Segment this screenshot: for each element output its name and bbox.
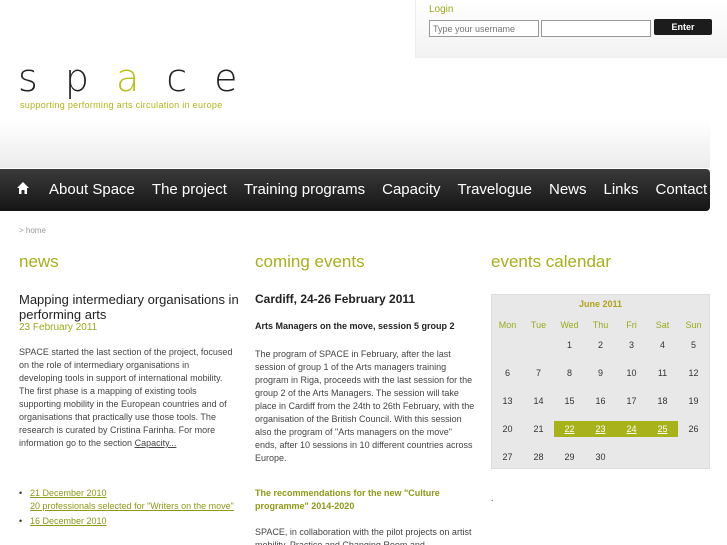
- nav-item-training-programs[interactable]: Training programs: [244, 181, 365, 198]
- nav-item-links[interactable]: Links: [604, 181, 639, 198]
- calendar-day: 12: [688, 368, 699, 378]
- username-input[interactable]: [429, 20, 539, 37]
- news-article-date: 23 February 2011: [19, 322, 98, 333]
- calendar-week-row: 6 7 8 9 10 11 12: [492, 359, 710, 387]
- calendar-day: 15: [564, 396, 575, 406]
- events-calendar: June 2011 Mon Tue Wed Thu Fri Sat Sun 1 2 3 4 5 6 7 8 9…: [491, 294, 710, 469]
- enter-button[interactable]: Enter: [654, 19, 712, 35]
- calendar-grid: Mon Tue Wed Thu Fri Sat Sun 1 2 3 4 5 6 7 8 9 10 11 12 13 14…: [492, 319, 710, 471]
- nav-item-news[interactable]: News: [549, 181, 587, 198]
- event-subtitle: Arts Managers on the move, session 5 gro…: [255, 321, 455, 331]
- calendar-weekday: Wed: [560, 320, 579, 330]
- calendar-day: 9: [597, 368, 603, 378]
- calendar-footer: .: [491, 493, 494, 503]
- calendar-weekday: Thu: [592, 320, 609, 330]
- capacity-link[interactable]: Capacity...: [135, 438, 177, 448]
- calendar-day: 17: [626, 396, 637, 406]
- calendar-day: 11: [657, 368, 668, 378]
- calendar-event-day[interactable]: 23: [585, 421, 616, 437]
- nav-item-the-project[interactable]: The project: [152, 181, 227, 198]
- header-band: [0, 120, 710, 168]
- home-icon[interactable]: [17, 182, 29, 194]
- calendar-day: 10: [626, 368, 637, 378]
- news-article-title[interactable]: Mapping intermediary organisations in pe…: [19, 292, 239, 322]
- calendar-day: 18: [657, 396, 668, 406]
- calendar-day: 6: [504, 368, 510, 378]
- news-heading: news: [19, 252, 59, 271]
- calendar-day: 8: [566, 368, 572, 378]
- events-calendar-heading: events calendar: [491, 252, 612, 271]
- login-panel: Login Enter: [415, 0, 727, 58]
- nav-item-contact[interactable]: Contact: [656, 181, 708, 198]
- news-item-link[interactable]: 20 professionals selected for "Writers o…: [30, 500, 239, 513]
- calendar-weekday: Tue: [530, 320, 547, 330]
- calendar-day: 13: [502, 396, 513, 406]
- calendar-event-day[interactable]: 25: [647, 421, 678, 437]
- site-tagline: supporting performing arts circulation i…: [20, 100, 223, 110]
- calendar-week-row: 1 2 3 4 5: [492, 331, 710, 359]
- calendar-day: 27: [502, 452, 513, 462]
- calendar-weekday: Sat: [655, 320, 670, 330]
- news-item-date-link[interactable]: 16 December 2010: [30, 515, 239, 528]
- event-subtitle-2[interactable]: The recommendations for the new "Culture…: [255, 487, 475, 513]
- calendar-event-day[interactable]: 24: [616, 421, 647, 437]
- calendar-day: 16: [595, 396, 606, 406]
- news-article-body: SPACE started the last section of the pr…: [19, 347, 233, 448]
- calendar-day: 2: [597, 340, 603, 350]
- calendar-weekday: Mon: [498, 320, 517, 330]
- calendar-event-day[interactable]: 22: [554, 421, 585, 437]
- calendar-day: 30: [595, 452, 606, 462]
- calendar-weekday: Sun: [685, 320, 702, 330]
- password-input[interactable]: [541, 20, 651, 37]
- list-item: 21 December 2010 20 professionals select…: [19, 487, 239, 513]
- calendar-day: 3: [628, 340, 634, 350]
- calendar-month[interactable]: June 2011: [492, 299, 709, 309]
- calendar-day: 26: [688, 424, 699, 434]
- calendar-day: 20: [502, 424, 513, 434]
- coming-events-heading: coming events: [255, 252, 365, 271]
- calendar-day: 28: [533, 452, 544, 462]
- event-body: The program of SPACE in February, after …: [255, 349, 475, 463]
- nav-item-travelogue[interactable]: Travelogue: [457, 181, 532, 198]
- calendar-weekday-row: Mon Tue Wed Thu Fri Sat Sun: [492, 319, 710, 331]
- calendar-day: 5: [690, 340, 696, 350]
- calendar-week-row: 13 14 15 16 17 18 19: [492, 387, 710, 415]
- login-title: Login: [429, 4, 454, 15]
- news-list: 21 December 2010 20 professionals select…: [19, 487, 239, 530]
- event-title[interactable]: Cardiff, 24-26 February 2011: [255, 292, 415, 306]
- calendar-day: 1: [566, 340, 572, 350]
- site-logo[interactable]: space: [18, 56, 265, 100]
- nav-item-capacity[interactable]: Capacity: [382, 181, 440, 198]
- calendar-day: 14: [533, 396, 544, 406]
- nav-item-about-space[interactable]: About Space: [49, 181, 135, 198]
- calendar-weekday: Fri: [626, 320, 637, 330]
- calendar-day: 29: [564, 452, 575, 462]
- news-item-date-link[interactable]: 21 December 2010: [30, 487, 239, 500]
- event-body-2: SPACE, in collaboration with the pilot p…: [255, 527, 472, 545]
- calendar-day: 19: [688, 396, 699, 406]
- calendar-day: 4: [659, 340, 665, 350]
- logo-wordmark: space: [18, 56, 265, 100]
- calendar-week-row: 20 21 22 23 24 25 26: [492, 415, 710, 443]
- main-navigation: About Space The project Training program…: [0, 169, 710, 211]
- list-item: 16 December 2010: [19, 515, 239, 528]
- breadcrumb[interactable]: > home: [19, 226, 46, 235]
- calendar-day: 21: [533, 424, 544, 434]
- calendar-day: 7: [535, 368, 541, 378]
- calendar-week-row: 27 28 29 30: [492, 443, 710, 471]
